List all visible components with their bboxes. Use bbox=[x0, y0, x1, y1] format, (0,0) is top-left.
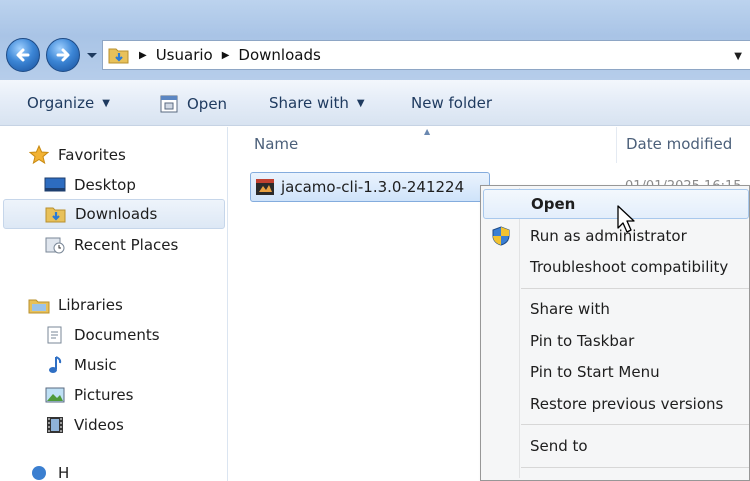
menu-item-label: Send to bbox=[530, 437, 588, 455]
menu-item-share-with[interactable]: Share with bbox=[483, 294, 749, 324]
column-header-name[interactable]: Name bbox=[254, 135, 298, 153]
nav-recent-places-label: Recent Places bbox=[74, 236, 179, 254]
menu-item-label: Open bbox=[531, 195, 576, 213]
menu-item-label: Restore previous versions bbox=[530, 395, 724, 413]
star-icon bbox=[28, 145, 50, 165]
homegroup-icon bbox=[28, 465, 50, 481]
menu-item-label: Pin to Start Menu bbox=[530, 363, 660, 381]
nav-documents-label: Documents bbox=[74, 326, 160, 344]
nav-homegroup-label: H bbox=[58, 465, 70, 481]
film-icon bbox=[44, 415, 66, 435]
menu-separator bbox=[521, 424, 749, 425]
nav-pictures[interactable]: Pictures bbox=[44, 380, 133, 410]
organize-label: Organize bbox=[27, 94, 95, 112]
share-with-label: Share with bbox=[269, 94, 349, 112]
back-button[interactable] bbox=[6, 38, 40, 72]
nav-downloads[interactable]: Downloads bbox=[3, 199, 225, 229]
nav-pictures-label: Pictures bbox=[74, 386, 134, 404]
menu-item-restore-previous-versions[interactable]: Restore previous versions bbox=[483, 389, 749, 419]
recent-pages-dropdown-icon[interactable] bbox=[86, 50, 98, 60]
mouse-cursor-icon bbox=[617, 205, 635, 233]
documents-icon bbox=[44, 325, 66, 345]
folder-downloads-icon bbox=[45, 204, 67, 224]
nav-favorites-label: Favorites bbox=[58, 146, 126, 164]
breadcrumb-usuario[interactable]: Usuario bbox=[156, 46, 213, 64]
new-folder-label: New folder bbox=[411, 94, 493, 112]
sort-ascending-icon: ▲ bbox=[424, 127, 431, 136]
address-dropdown-icon[interactable]: ▼ bbox=[734, 51, 742, 62]
nav-favorites[interactable]: Favorites bbox=[28, 140, 126, 170]
nav-libraries-label: Libraries bbox=[58, 296, 123, 314]
executable-file-icon bbox=[256, 179, 274, 195]
column-header-date-modified[interactable]: Date modified bbox=[626, 135, 732, 153]
folder-downloads-icon bbox=[108, 48, 129, 64]
open-label: Open bbox=[187, 95, 228, 113]
breadcrumb-downloads[interactable]: Downloads bbox=[238, 46, 320, 64]
breadcrumb-separator-icon[interactable]: ▶ bbox=[139, 50, 147, 61]
nav-desktop-label: Desktop bbox=[74, 176, 136, 194]
menu-item-label: Pin to Taskbar bbox=[530, 332, 635, 350]
organize-button[interactable]: Organize ▼ bbox=[27, 94, 110, 112]
chevron-down-icon: ▼ bbox=[356, 97, 365, 109]
new-folder-button[interactable]: New folder bbox=[411, 94, 492, 112]
open-button[interactable]: Open bbox=[159, 94, 227, 114]
uac-shield-icon bbox=[492, 226, 510, 246]
file-row[interactable]: jacamo-cli-1.3.0-241224 bbox=[250, 172, 490, 202]
arrow-right-icon bbox=[56, 48, 70, 62]
file-name: jacamo-cli-1.3.0-241224 bbox=[281, 178, 465, 196]
menu-separator bbox=[521, 467, 749, 468]
breadcrumb-separator-icon[interactable]: ▶ bbox=[222, 50, 230, 61]
nav-downloads-label: Downloads bbox=[75, 205, 158, 223]
nav-libraries[interactable]: Libraries bbox=[28, 290, 123, 320]
menu-separator bbox=[521, 288, 749, 289]
application-icon bbox=[160, 95, 178, 113]
nav-homegroup[interactable]: H bbox=[28, 465, 69, 481]
menu-item-label: Run as administrator bbox=[530, 227, 687, 245]
navigation-pane: Favorites Desktop Downloads Recent Place… bbox=[0, 127, 228, 481]
nav-music-label: Music bbox=[74, 356, 117, 374]
music-note-icon bbox=[44, 355, 66, 375]
context-menu: Open Run as administrator Troubleshoot c… bbox=[480, 185, 750, 481]
menu-item-label: Troubleshoot compatibility bbox=[530, 258, 729, 276]
nav-documents[interactable]: Documents bbox=[44, 320, 160, 350]
menu-item-pin-to-taskbar[interactable]: Pin to Taskbar bbox=[483, 326, 749, 356]
window-titlebar: ▶ Usuario ▶ Downloads ▼ bbox=[0, 0, 750, 80]
nav-music[interactable]: Music bbox=[44, 350, 117, 380]
pictures-icon bbox=[44, 385, 66, 405]
nav-videos-label: Videos bbox=[74, 416, 124, 434]
libraries-icon bbox=[28, 295, 50, 315]
command-bar: Organize ▼ Open Share with ▼ New folder bbox=[0, 80, 750, 126]
nav-recent-places[interactable]: Recent Places bbox=[44, 230, 178, 260]
arrow-left-icon bbox=[16, 48, 30, 62]
nav-desktop[interactable]: Desktop bbox=[44, 170, 136, 200]
chevron-down-icon: ▼ bbox=[102, 97, 110, 109]
menu-item-label: Share with bbox=[530, 300, 610, 318]
nav-videos[interactable]: Videos bbox=[44, 410, 124, 440]
forward-button[interactable] bbox=[46, 38, 80, 72]
recent-places-icon bbox=[44, 235, 66, 255]
menu-item-pin-to-start-menu[interactable]: Pin to Start Menu bbox=[483, 357, 749, 387]
address-bar[interactable]: ▶ Usuario ▶ Downloads ▼ bbox=[102, 40, 750, 70]
menu-item-send-to[interactable]: Send to bbox=[483, 431, 749, 461]
column-divider[interactable] bbox=[616, 127, 617, 163]
share-with-button[interactable]: Share with ▼ bbox=[269, 94, 365, 112]
desktop-icon bbox=[44, 175, 66, 195]
menu-item-troubleshoot-compatibility[interactable]: Troubleshoot compatibility bbox=[483, 252, 749, 282]
